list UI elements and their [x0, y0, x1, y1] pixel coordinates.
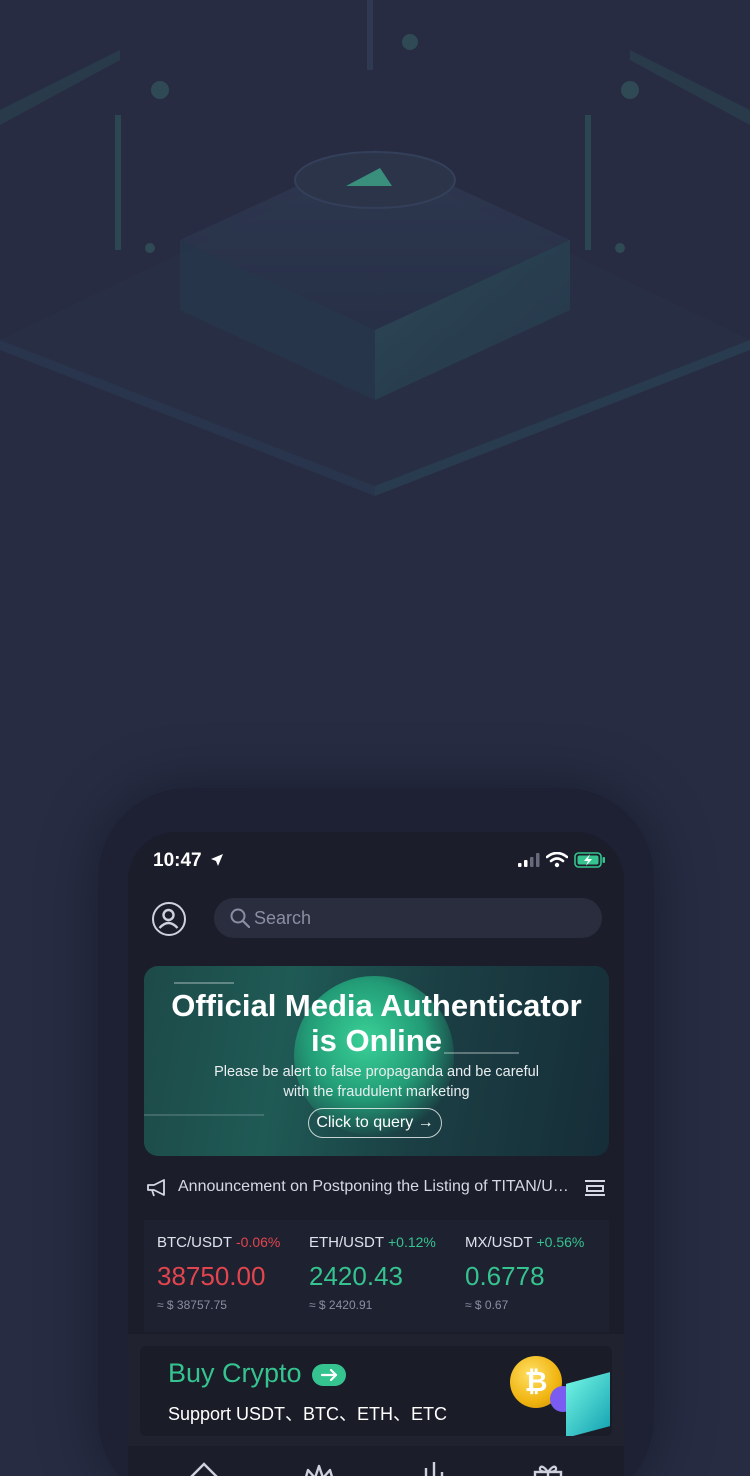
banner-subtitle: Please be alert to false propaganda and … — [184, 1062, 569, 1102]
buy-crypto-subtitle: Support USDT、BTC、ETH、ETC — [168, 1404, 448, 1424]
ticker-change: +0.56% — [536, 1234, 585, 1250]
gift-icon[interactable] — [532, 1462, 564, 1476]
arrow-right-icon[interactable] — [312, 1364, 346, 1386]
list-icon[interactable] — [583, 1178, 607, 1198]
location-arrow-icon — [211, 854, 223, 866]
battery-charging-icon — [574, 852, 605, 868]
buy-crypto-title: Buy Crypto — [168, 1358, 302, 1388]
ticker-change: -0.06% — [236, 1234, 281, 1250]
status-icons — [518, 852, 606, 868]
crown-icon[interactable] — [302, 1462, 336, 1476]
home-icon[interactable] — [190, 1462, 218, 1476]
banner-title: Official Media Authenticator is Online — [144, 988, 609, 1058]
ticker-pair: ETH/USDT — [309, 1234, 384, 1251]
ticker-pair: MX/USDT — [465, 1234, 533, 1251]
ticker-item[interactable]: MX/USDT +0.56% 0.6778 ≈ $ 0.67 — [465, 1234, 584, 1312]
search-placeholder: Search — [254, 908, 312, 928]
banner-subtitle-line2: with the fraudulent marketing — [283, 1084, 470, 1100]
ticker-price: 2420.43 — [309, 1261, 403, 1291]
banner-title-line1: Official Media Authenticator — [171, 988, 582, 1023]
click-to-query-button[interactable]: Click to query → — [308, 1108, 442, 1138]
cube-illustration — [566, 1372, 610, 1436]
ticker-change: +0.12% — [388, 1234, 436, 1250]
ticker-usd: ≈ $ 2420.91 — [309, 1298, 373, 1312]
banner-decor-line — [174, 982, 234, 984]
banner-subtitle-line1: Please be alert to false propaganda and … — [214, 1064, 539, 1080]
ticker-item[interactable]: BTC/USDT -0.06% 38750.00 ≈ $ 38757.75 — [157, 1234, 280, 1312]
banner-title-line2: is Online — [311, 1023, 442, 1058]
announcement-bar[interactable]: Announcement on Postponing the Listing o… — [128, 1170, 624, 1210]
announcement-text[interactable]: Announcement on Postponing the Listing o… — [178, 1178, 573, 1196]
megaphone-icon — [147, 1179, 165, 1197]
wifi-icon — [546, 852, 568, 868]
ticker-price: 38750.00 — [157, 1261, 266, 1291]
buy-crypto-card[interactable]: Buy Crypto Support USDT、BTC、ETH、ETC ₿ — [140, 1346, 612, 1436]
ticker-pair: BTC/USDT — [157, 1234, 232, 1251]
background-illustration — [0, 0, 750, 496]
status-time: 10:47 — [153, 850, 202, 871]
phone-screen: 10:47 Search Official Media Authenticato… — [128, 832, 624, 1476]
user-avatar-icon[interactable] — [152, 902, 186, 936]
buy-crypto-section: Buy Crypto Support USDT、BTC、ETH、ETC ₿ — [128, 1334, 624, 1446]
top-header: Search — [128, 898, 624, 940]
search-icon — [230, 908, 250, 928]
ticker-usd: ≈ $ 0.67 — [465, 1298, 509, 1312]
ticker-price: 0.6778 — [465, 1261, 545, 1291]
search-input[interactable]: Search — [214, 898, 602, 938]
signal-icon — [518, 853, 540, 867]
banner-decor-line — [144, 1114, 264, 1116]
bottom-tab-bar — [128, 1452, 624, 1476]
ticker-item[interactable]: ETH/USDT +0.12% 2420.43 ≈ $ 2420.91 — [309, 1234, 436, 1312]
markets-icon[interactable] — [422, 1462, 446, 1476]
status-bar: 10:47 — [128, 832, 624, 892]
ticker-panel: BTC/USDT -0.06% 38750.00 ≈ $ 38757.75 ETH… — [144, 1220, 609, 1332]
promo-banner[interactable]: Official Media Authenticator is Online P… — [144, 966, 609, 1156]
ticker-usd: ≈ $ 38757.75 — [157, 1298, 227, 1312]
